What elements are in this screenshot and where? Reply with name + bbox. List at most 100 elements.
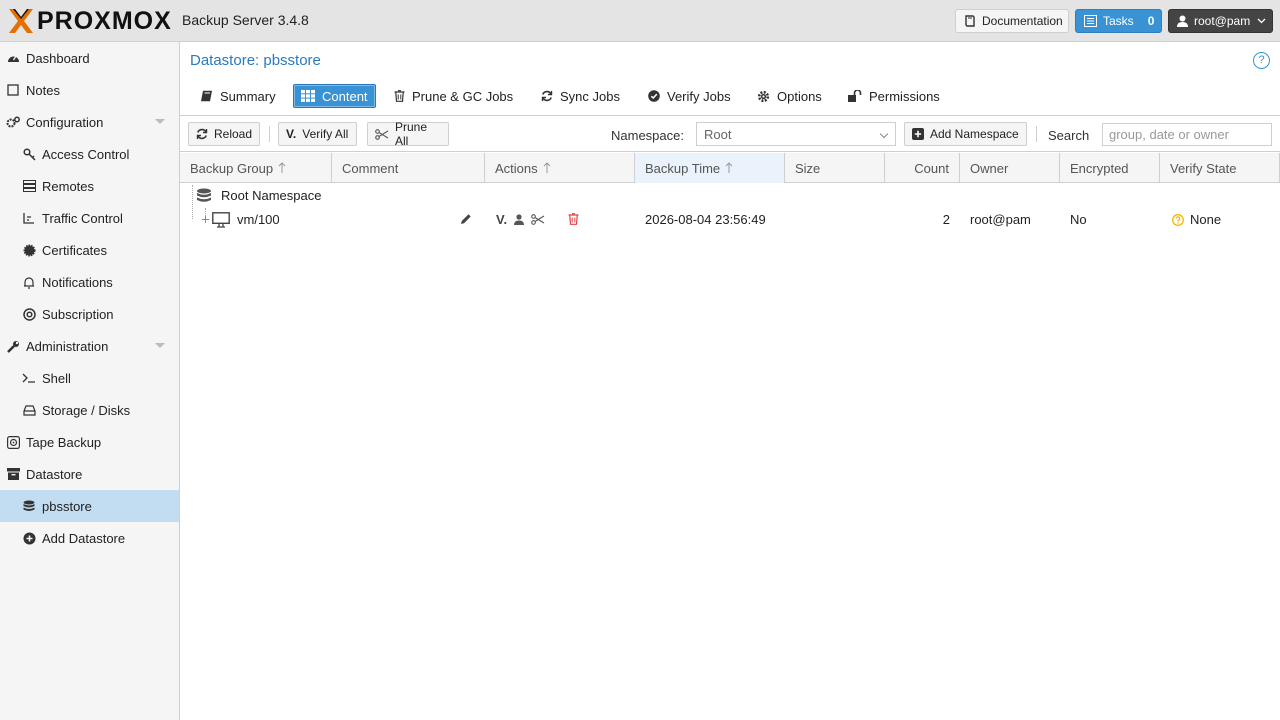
sort-arrow-up-icon: [278, 162, 286, 174]
sidebar-item-notifications[interactable]: Notifications: [0, 266, 179, 298]
certificate-icon: [22, 243, 36, 257]
sidebar-item-label: Remotes: [42, 178, 95, 194]
proxmox-logo[interactable]: PROXMOX: [7, 7, 172, 35]
add-namespace-button[interactable]: Add Namespace: [904, 122, 1027, 146]
sidebar-item-configuration[interactable]: Configuration: [0, 106, 179, 138]
database-icon: [196, 183, 212, 208]
edit-comment-pencil-icon[interactable]: [460, 213, 472, 225]
help-icon[interactable]: ?: [1253, 52, 1270, 69]
verify-all-label: Verify All: [302, 127, 349, 141]
monitor-icon: [212, 207, 230, 232]
user-label: root@pam: [1194, 14, 1251, 28]
page-title: Datastore: pbsstore: [190, 52, 321, 69]
column-header-count[interactable]: Count: [885, 153, 960, 183]
count-value: 2: [942, 212, 950, 227]
sidebar-item-administration[interactable]: Administration: [0, 330, 179, 362]
main-panel: Datastore: pbsstore ? Summary Content Pr…: [180, 42, 1280, 720]
tab-label: Content: [322, 88, 368, 104]
column-header-verify-state[interactable]: Verify State: [1160, 153, 1280, 183]
documentation-button[interactable]: Documentation: [955, 9, 1069, 33]
column-header-owner[interactable]: Owner: [960, 153, 1060, 183]
tab-permissions[interactable]: Permissions: [841, 84, 947, 108]
delete-trash-icon[interactable]: [568, 213, 579, 225]
key-icon: [22, 147, 36, 161]
reload-button[interactable]: Reload: [188, 122, 260, 146]
prune-all-label: Prune All: [395, 120, 428, 148]
scissors-icon: [375, 128, 389, 140]
sidebar-item-tape-backup[interactable]: Tape Backup: [0, 426, 179, 458]
sidebar-item-label: Access Control: [42, 146, 130, 162]
search-input[interactable]: [1102, 123, 1272, 146]
documentation-label: Documentation: [982, 14, 1063, 28]
table-row[interactable]: vm/100 V. 2026-08-04 23:56:49 2 root@pam…: [180, 207, 1280, 232]
refresh-icon: [196, 128, 208, 140]
verify-icon[interactable]: V.: [496, 212, 507, 227]
reload-label: Reload: [214, 127, 253, 141]
sidebar-item-label: Shell: [42, 370, 71, 386]
tasks-label: Tasks: [1103, 14, 1134, 28]
sidebar-item-remotes[interactable]: Remotes: [0, 170, 179, 202]
sidebar-item-notes[interactable]: Notes: [0, 74, 179, 106]
bell-icon: [22, 275, 36, 289]
unlock-icon: [848, 90, 862, 102]
sidebar-item-access-control[interactable]: Access Control: [0, 138, 179, 170]
tab-options[interactable]: Options: [750, 84, 829, 108]
sidebar-item-storage-disks[interactable]: Storage / Disks: [0, 394, 179, 426]
sidebar-item-add-datastore[interactable]: Add Datastore: [0, 522, 179, 554]
sidebar-item-dashboard[interactable]: Dashboard: [0, 42, 179, 74]
search-label: Search: [1048, 128, 1090, 143]
column-header-actions[interactable]: Actions: [485, 153, 635, 183]
grid-icon: [301, 90, 315, 102]
sidebar-item-label: Tape Backup: [26, 434, 102, 450]
trash-icon: [394, 90, 405, 102]
user-icon: [1177, 15, 1188, 27]
column-header-backup-time[interactable]: Backup Time: [635, 153, 785, 183]
tab-label: Prune & GC Jobs: [412, 88, 514, 104]
sidebar-item-label: Storage / Disks: [42, 402, 131, 418]
gear-icon: [757, 90, 770, 103]
sidebar-item-shell[interactable]: Shell: [0, 362, 179, 394]
prune-all-button[interactable]: Prune All: [367, 120, 449, 148]
tab-verify-jobs[interactable]: Verify Jobs: [641, 84, 738, 108]
tab-bar: Summary Content Prune & GC Jobs Sync Job…: [180, 78, 1280, 116]
sidebar-item-label: Add Datastore: [42, 530, 126, 546]
prune-scissors-icon[interactable]: [531, 214, 545, 225]
terminal-icon: [22, 371, 36, 385]
sidebar-item-datastore[interactable]: Datastore: [0, 458, 179, 490]
refresh-icon: [541, 90, 553, 102]
verify-all-button[interactable]: V. Verify All: [278, 122, 357, 146]
sidebar-item-traffic-control[interactable]: Traffic Control: [0, 202, 179, 234]
tab-sync-jobs[interactable]: Sync Jobs: [534, 84, 627, 108]
collapse-caret-icon[interactable]: [155, 343, 165, 348]
grid-header: Backup Group Comment Actions Backup Time…: [180, 153, 1280, 183]
namespace-select[interactable]: Root: [696, 122, 896, 146]
tab-label: Options: [777, 88, 822, 104]
column-header-encrypted[interactable]: Encrypted: [1060, 153, 1160, 183]
sidebar-item-certificates[interactable]: Certificates: [0, 234, 179, 266]
sidebar-item-label: Subscription: [42, 306, 114, 322]
grid-body: Root Namespace vm/100 V. 2026-08-04 23:5…: [180, 183, 1280, 720]
tab-prune-gc-jobs[interactable]: Prune & GC Jobs: [387, 84, 520, 108]
expand-plus-icon[interactable]: [201, 207, 210, 232]
table-row[interactable]: Root Namespace: [180, 183, 1280, 208]
sidebar-item-label: Certificates: [42, 242, 108, 258]
column-header-comment[interactable]: Comment: [332, 153, 485, 183]
sidebar-item-label: pbsstore: [42, 498, 92, 514]
change-owner-user-icon[interactable]: [514, 214, 524, 225]
sidebar-item-pbsstore[interactable]: pbsstore: [0, 490, 179, 522]
column-header-backup-group[interactable]: Backup Group: [180, 153, 332, 183]
sidebar-item-subscription[interactable]: Subscription: [0, 298, 179, 330]
toolbar-separator: [269, 126, 270, 142]
user-menu-button[interactable]: root@pam: [1168, 9, 1273, 33]
tab-summary[interactable]: Summary: [193, 84, 283, 108]
column-header-size[interactable]: Size: [785, 153, 885, 183]
plus-square-icon: [912, 128, 924, 140]
tasks-button[interactable]: Tasks 0: [1075, 9, 1162, 33]
verify-state-value: None: [1190, 212, 1222, 227]
sidebar-item-label: Configuration: [26, 114, 104, 130]
archive-icon: [6, 467, 20, 481]
server-icon: [22, 179, 36, 193]
signal-icon: [22, 211, 36, 225]
collapse-caret-icon[interactable]: [155, 119, 165, 124]
tab-content[interactable]: Content: [293, 84, 376, 108]
